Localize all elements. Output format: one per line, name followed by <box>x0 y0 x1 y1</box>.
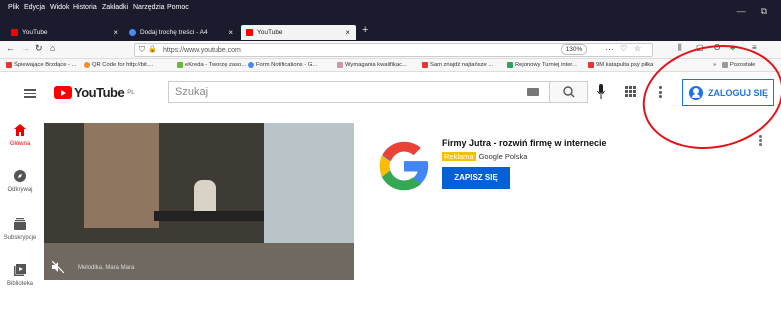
bookmark-star-icon[interactable]: ☆ <box>634 44 641 53</box>
bookmark-favicon-icon <box>422 62 428 68</box>
logo-region: PL <box>127 89 135 96</box>
youtube-logo[interactable]: YouTube PL <box>54 85 135 100</box>
tab-title: Dodaj trochę treści - A4 <box>140 29 208 36</box>
sidebar-item-explore[interactable]: Odkrywaj <box>0 170 40 193</box>
tab-bar: YouTube × Dodaj trochę treści - A4 × You… <box>0 24 781 41</box>
menu-narzedzia[interactable]: Narzędzia <box>133 4 165 11</box>
bookmark-item[interactable]: eKreda - Tworzę zaso... <box>177 62 246 68</box>
page-favicon-icon <box>129 29 136 36</box>
bookmark-item[interactable]: Form Notifications - G... <box>248 62 317 68</box>
tab-youtube-1[interactable]: YouTube × <box>6 25 124 40</box>
video-caption: Melodika, Mara Mara <box>78 265 135 271</box>
new-tab-button[interactable]: + <box>362 24 368 36</box>
menu-widok[interactable]: Widok <box>50 4 69 11</box>
ad-cta-button[interactable]: ZAPISZ SIĘ <box>442 167 510 189</box>
bookmark-favicon-icon <box>84 62 90 68</box>
bookmark-favicon-icon <box>248 62 254 68</box>
close-tab-icon[interactable]: × <box>228 28 233 37</box>
back-icon[interactable]: ← <box>6 43 15 53</box>
youtube-play-icon <box>54 86 72 99</box>
browser-menubar: Plik Edycja Widok Historia Zakładki Narz… <box>0 0 781 24</box>
youtube-favicon-icon <box>246 29 253 36</box>
bookmark-favicon-icon <box>588 62 594 68</box>
tab-dodaj[interactable]: Dodaj trochę treści - A4 × <box>124 25 239 40</box>
menu-historia[interactable]: Historia <box>73 4 97 11</box>
video-scene-window <box>264 123 354 253</box>
bookmark-item[interactable]: Sam znajdź najtańsze ... <box>422 62 493 68</box>
reload-icon[interactable]: ↻ <box>35 43 43 54</box>
sidebar-label: Subskrypcje <box>3 235 37 241</box>
bookmark-item[interactable]: 9M katapulta psy piłka <box>588 62 653 68</box>
logo-text: YouTube <box>74 85 125 100</box>
search-input[interactable]: Szukaj <box>168 81 550 103</box>
zoom-indicator[interactable]: 130% <box>561 44 587 55</box>
menu-zakladki[interactable]: Zakładki <box>102 4 128 11</box>
microphone-icon[interactable] <box>597 84 605 99</box>
bookmark-favicon-icon <box>337 62 343 68</box>
library-toolbar-icon[interactable]: ⫼ <box>678 43 682 53</box>
bookmark-item[interactable]: Wymagania kwalifikac... <box>337 62 407 68</box>
url-text[interactable]: https://www.youtube.com <box>163 47 241 54</box>
bookmark-item[interactable]: Śpiewające Brzdące - ... <box>6 62 77 68</box>
menu-edycja[interactable]: Edycja <box>24 4 45 11</box>
page-actions-icon[interactable]: ··· <box>605 44 614 54</box>
ad-advertiser: Google Polska <box>478 152 528 161</box>
ad-meta: Reklama Google Polska <box>442 152 527 161</box>
ad-badge: Reklama <box>442 152 476 161</box>
menu-pomoc[interactable]: Pomoc <box>167 4 189 11</box>
bookmark-favicon-icon <box>177 62 183 68</box>
search-button[interactable] <box>549 81 588 103</box>
compass-icon <box>14 170 26 182</box>
close-tab-icon[interactable]: × <box>345 28 350 37</box>
bookmark-item[interactable]: QR Code for http://bit.... <box>84 62 153 68</box>
shield-icon[interactable]: ⛉ <box>139 45 145 55</box>
sidebar-label: Odkrywaj <box>7 187 33 193</box>
menu-plik[interactable]: Plik <box>8 4 19 11</box>
apps-grid-icon[interactable] <box>625 86 636 97</box>
forward-icon[interactable]: → <box>21 43 30 53</box>
hamburger-menu-icon[interactable] <box>24 89 36 98</box>
mute-icon[interactable] <box>52 261 64 273</box>
window-controls[interactable]: — ⧉ <box>737 6 767 17</box>
ad-title[interactable]: Firmy Jutra - rozwiń firmę w internecie <box>442 138 607 148</box>
pocket-icon[interactable]: ♡ <box>620 44 627 53</box>
home-icon[interactable]: ⌂ <box>50 43 55 53</box>
tab-youtube-active[interactable]: YouTube × <box>241 25 356 40</box>
close-tab-icon[interactable]: × <box>113 28 118 37</box>
home-icon <box>14 124 26 136</box>
search-icon <box>563 86 575 98</box>
sidebar-item-home[interactable]: Główna <box>0 124 40 147</box>
lock-icon[interactable]: 🔒 <box>148 45 157 53</box>
tab-title: YouTube <box>22 29 48 36</box>
bookmark-item[interactable]: Rejonowy Turniej inter... <box>507 62 577 68</box>
bookmark-favicon-icon <box>6 62 12 68</box>
keyboard-icon[interactable] <box>527 88 539 96</box>
ad-more-icon[interactable] <box>759 135 762 147</box>
sidebar-item-library[interactable]: Biblioteka <box>0 264 40 287</box>
google-logo-icon[interactable] <box>375 137 433 195</box>
youtube-favicon-icon <box>11 29 18 36</box>
search-placeholder: Szukaj <box>175 86 209 98</box>
video-player[interactable]: Melodika, Mara Mara <box>44 123 354 280</box>
video-scene-floor <box>44 243 354 280</box>
library-icon <box>14 264 26 276</box>
navigation-bar: ← → ↻ ⌂ ⛉ 🔒 https://www.youtube.com ··· … <box>0 41 781 59</box>
tab-title: YouTube <box>257 29 283 36</box>
sidebar-item-subscriptions[interactable]: Subskrypcje <box>0 218 40 241</box>
sidebar-label: Biblioteka <box>6 281 33 287</box>
video-scene-corkboard <box>84 123 159 228</box>
bookmark-favicon-icon <box>507 62 513 68</box>
video-scene-piano <box>154 211 264 221</box>
sidebar-label: Główna <box>9 141 31 147</box>
subscriptions-icon <box>14 218 26 230</box>
